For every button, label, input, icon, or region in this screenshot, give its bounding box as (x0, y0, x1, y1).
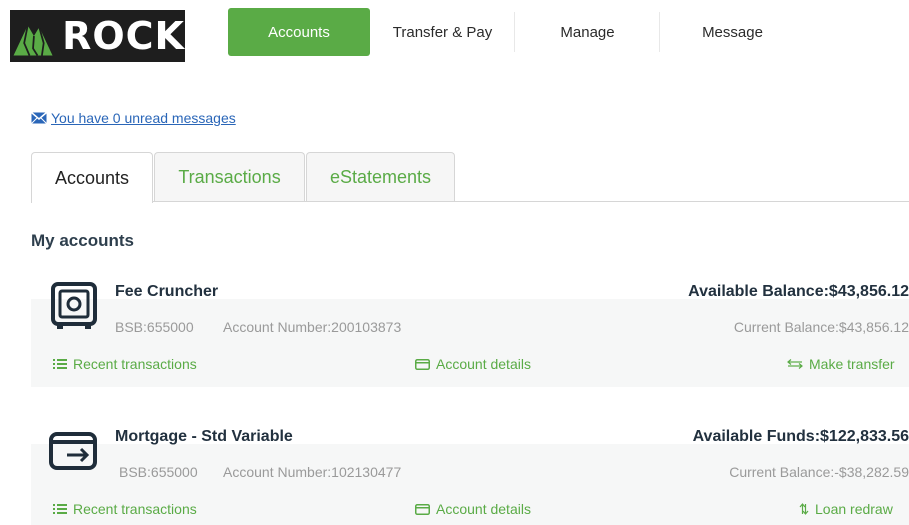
loan-redraw-label: Loan redraw (815, 501, 893, 517)
account-details-link[interactable]: Account details (415, 501, 531, 517)
unread-messages-link[interactable]: You have 0 unread messages (31, 110, 236, 126)
account-panel (31, 299, 909, 387)
list-icon (53, 504, 67, 514)
recent-transactions-label: Recent transactions (73, 356, 197, 372)
account-card: Mortgage - Std Variable Available Funds:… (31, 428, 909, 525)
brand-logo[interactable]: ROCK (10, 10, 185, 62)
account-details-label: Account details (436, 501, 531, 517)
nav-message[interactable]: Message (660, 8, 805, 56)
nav-manage[interactable]: Manage (515, 8, 660, 56)
transfer-arrows-icon (787, 359, 803, 369)
current-balance: Current Balance:-$38,282.59 (729, 464, 909, 480)
recent-transactions-link[interactable]: Recent transactions (53, 501, 197, 517)
redraw-arrows-icon (799, 503, 809, 515)
safe-icon (51, 282, 97, 329)
nav-accounts[interactable]: Accounts (228, 8, 370, 56)
account-bsb: BSB:655000 (115, 319, 194, 335)
tab-estatements[interactable]: eStatements (306, 152, 455, 202)
unread-messages-text: You have 0 unread messages (51, 110, 236, 126)
recent-transactions-link[interactable]: Recent transactions (53, 356, 197, 372)
brand-name: ROCK (62, 14, 185, 58)
top-navigation: Accounts Transfer & Pay Manage Message (228, 8, 805, 56)
card-icon (415, 503, 430, 515)
recent-transactions-label: Recent transactions (73, 501, 197, 517)
mountain-logo-icon (10, 12, 57, 60)
account-details-link[interactable]: Account details (415, 356, 531, 372)
loan-redraw-link[interactable]: Loan redraw (799, 501, 893, 517)
tab-accounts[interactable]: Accounts (31, 152, 153, 203)
envelope-icon (31, 112, 47, 124)
account-details-label: Account details (436, 356, 531, 372)
account-name[interactable]: Fee Cruncher (115, 283, 218, 301)
account-number: Account Number:102130477 (223, 464, 402, 480)
section-title: My accounts (31, 231, 134, 250)
card-arrow-icon (49, 432, 97, 470)
card-icon (415, 358, 430, 370)
current-balance: Current Balance:$43,856.12 (733, 319, 909, 335)
account-bsb: BSB:655000 (119, 464, 198, 480)
make-transfer-label: Make transfer (809, 356, 895, 372)
tab-transactions[interactable]: Transactions (154, 152, 305, 202)
nav-transfer-pay[interactable]: Transfer & Pay (370, 8, 515, 56)
account-card: Fee Cruncher Available Balance:$43,856.1… (31, 282, 909, 387)
available-funds: Available Funds:$122,833.56 (692, 428, 909, 445)
tabs-divider (31, 201, 909, 202)
available-balance: Available Balance:$43,856.12 (688, 283, 909, 300)
account-number: Account Number:200103873 (223, 319, 402, 335)
account-tabs: Accounts Transactions eStatements (31, 152, 456, 203)
make-transfer-link[interactable]: Make transfer (787, 356, 895, 372)
account-name[interactable]: Mortgage - Std Variable (115, 428, 293, 446)
list-icon (53, 359, 67, 369)
